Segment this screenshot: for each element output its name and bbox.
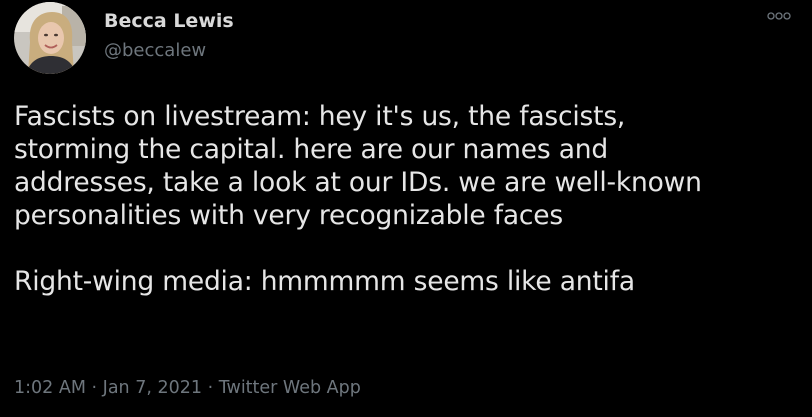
- tweet-text-line: Right-wing media: hmmmmm seems like anti…: [14, 266, 635, 297]
- avatar[interactable]: [14, 2, 86, 74]
- tweet-text-line: personalities with very recognizable fac…: [14, 200, 564, 231]
- tweet-text: Fascists on livestream: hey it's us, the…: [14, 100, 804, 298]
- author-handle[interactable]: @beccalew: [104, 40, 206, 61]
- tweet-card: Becca Lewis @beccalew Fascists on livest…: [0, 0, 812, 417]
- tweet-time[interactable]: 1:02 AM: [14, 378, 86, 398]
- tweet-meta: 1:02 AM · Jan 7, 2021 · Twitter Web App: [14, 378, 361, 398]
- tweet-text-line: addresses, take a look at our IDs. we ar…: [14, 167, 702, 198]
- tweet-date[interactable]: Jan 7, 2021: [103, 378, 202, 398]
- tweet-text-line: Fascists on livestream: hey it's us, the…: [14, 101, 626, 132]
- tweet-source[interactable]: Twitter Web App: [219, 378, 361, 398]
- meta-separator: ·: [207, 378, 219, 398]
- author-display-name[interactable]: Becca Lewis: [104, 10, 234, 32]
- more-options-icon[interactable]: [766, 8, 792, 22]
- meta-separator: ·: [91, 378, 103, 398]
- tweet-text-line: storming the capital. here are our names…: [14, 134, 608, 165]
